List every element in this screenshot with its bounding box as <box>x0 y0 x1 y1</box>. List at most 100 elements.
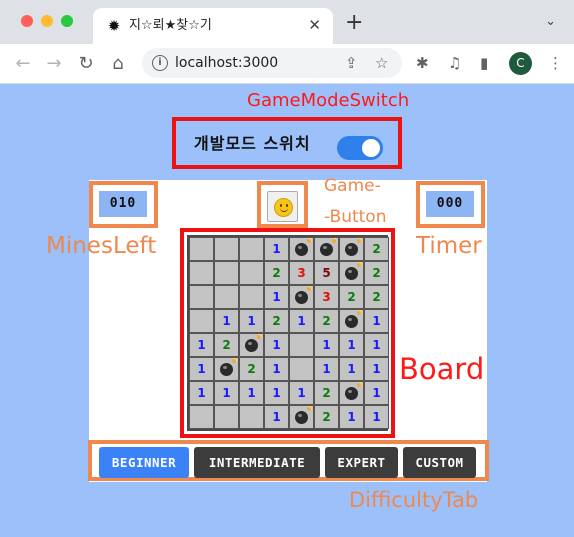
difficulty-expert-button[interactable]: EXPERT <box>325 447 398 478</box>
back-arrow-icon[interactable]: ← <box>11 52 35 76</box>
board-cell[interactable] <box>239 285 264 309</box>
board-cell[interactable]: 1 <box>264 333 289 357</box>
board-cell[interactable]: 3 <box>289 261 314 285</box>
board-cell[interactable]: 1 <box>189 381 214 405</box>
share-icon[interactable]: ⇪ <box>345 53 358 73</box>
board-cell[interactable] <box>289 405 314 429</box>
difficulty-beginner-button[interactable]: BEGINNER <box>99 447 189 478</box>
board-cell[interactable] <box>239 333 264 357</box>
cell-number: 1 <box>372 386 381 400</box>
board-cell[interactable]: 3 <box>314 285 339 309</box>
cell-number: 1 <box>347 410 356 424</box>
address-bar[interactable]: i localhost:3000 ⇪ ☆ <box>142 48 402 78</box>
tab-close-icon[interactable]: ✕ <box>308 16 321 34</box>
board-cell[interactable] <box>339 261 364 285</box>
cell-number: 2 <box>322 314 331 328</box>
board-cell[interactable]: 1 <box>339 333 364 357</box>
board-cell[interactable] <box>189 405 214 429</box>
extensions-puzzle-icon[interactable]: ✱ <box>416 53 429 73</box>
browser-tab[interactable]: ✹ 지☆뢰★찾☆기 ✕ <box>93 8 333 44</box>
board-cell[interactable]: 2 <box>364 237 389 261</box>
board-cell[interactable] <box>289 357 314 381</box>
board-cell[interactable]: 1 <box>239 381 264 405</box>
board-cell[interactable]: 1 <box>214 381 239 405</box>
board-cell[interactable]: 1 <box>314 333 339 357</box>
board-cell[interactable]: 1 <box>264 357 289 381</box>
board-cell[interactable]: 1 <box>264 405 289 429</box>
board-cell[interactable] <box>189 261 214 285</box>
reload-icon[interactable]: ↻ <box>74 52 98 76</box>
board-cell[interactable] <box>189 285 214 309</box>
board-cell[interactable]: 2 <box>264 309 289 333</box>
board-cell[interactable] <box>239 405 264 429</box>
window-maximize-button[interactable] <box>61 15 73 27</box>
board-cell[interactable] <box>339 381 364 405</box>
board-cell[interactable] <box>289 333 314 357</box>
board-cell[interactable] <box>314 237 339 261</box>
profile-avatar[interactable]: C <box>509 52 532 75</box>
timer-counter: 000 <box>426 191 474 217</box>
board-cell[interactable]: 1 <box>264 381 289 405</box>
board-cell[interactable]: 1 <box>189 357 214 381</box>
board-cell[interactable]: 1 <box>364 381 389 405</box>
board-cell[interactable] <box>289 237 314 261</box>
tab-search-chevron-icon[interactable]: ⌄ <box>545 14 556 29</box>
board-cell[interactable] <box>189 309 214 333</box>
board-cell[interactable]: 1 <box>239 309 264 333</box>
board-cell[interactable]: 1 <box>289 381 314 405</box>
board-cell[interactable]: 2 <box>239 357 264 381</box>
site-info-icon[interactable]: i <box>152 55 168 71</box>
bookmark-star-icon[interactable]: ☆ <box>375 53 388 73</box>
board-cell[interactable] <box>239 237 264 261</box>
board-cell[interactable]: 2 <box>339 285 364 309</box>
cell-number: 2 <box>372 290 381 304</box>
board-cell[interactable]: 1 <box>364 405 389 429</box>
board-cell[interactable] <box>214 405 239 429</box>
side-panel-icon[interactable]: ▮ <box>480 53 488 73</box>
board-cell[interactable] <box>189 237 214 261</box>
dev-mode-toggle[interactable] <box>337 136 383 160</box>
window-minimize-button[interactable] <box>41 15 53 27</box>
board-cell[interactable]: 1 <box>214 309 239 333</box>
board-cell[interactable] <box>289 285 314 309</box>
board-cell[interactable]: 1 <box>264 285 289 309</box>
board-box: 1 2 2 3 5 2 1 3 2 2 1 1 2 1 2 1 1 2 1 1 1 1 1 2 1 1 1 1 1 1 1 1 1 2 1 1 2 1 1 <box>180 228 395 438</box>
board-cell[interactable]: 1 <box>289 309 314 333</box>
board-cell[interactable]: 2 <box>364 285 389 309</box>
toggle-knob <box>362 139 380 157</box>
smiley-face-icon <box>274 198 293 217</box>
board-cell[interactable]: 2 <box>314 381 339 405</box>
board-cell[interactable] <box>214 285 239 309</box>
forward-arrow-icon[interactable]: → <box>42 52 66 76</box>
difficulty-custom-button[interactable]: CUSTOM <box>403 447 476 478</box>
board-cell[interactable]: 1 <box>364 357 389 381</box>
home-icon[interactable]: ⌂ <box>106 52 130 76</box>
board-cell[interactable]: 5 <box>314 261 339 285</box>
board-cell[interactable] <box>239 261 264 285</box>
board-cell[interactable] <box>214 261 239 285</box>
url-text[interactable]: localhost:3000 <box>175 54 278 72</box>
board-cell[interactable]: 2 <box>364 261 389 285</box>
board-cell[interactable]: 1 <box>339 405 364 429</box>
annotation-difficulty-tab: DifficultyTab <box>349 488 479 512</box>
board-cell[interactable] <box>214 237 239 261</box>
board-cell[interactable] <box>339 309 364 333</box>
board-cell[interactable]: 1 <box>339 357 364 381</box>
new-tab-icon[interactable]: + <box>345 12 363 34</box>
board-cell[interactable]: 2 <box>214 333 239 357</box>
browser-menu-icon[interactable]: ⋮ <box>548 53 563 73</box>
board-cell[interactable]: 1 <box>314 357 339 381</box>
board-cell[interactable]: 1 <box>189 333 214 357</box>
board-cell[interactable] <box>214 357 239 381</box>
board-cell[interactable] <box>339 237 364 261</box>
board-cell[interactable]: 2 <box>314 405 339 429</box>
board-cell[interactable]: 1 <box>364 309 389 333</box>
board-cell[interactable]: 1 <box>364 333 389 357</box>
board-cell[interactable]: 2 <box>314 309 339 333</box>
window-close-button[interactable] <box>21 15 33 27</box>
board-cell[interactable]: 1 <box>264 237 289 261</box>
board-cell[interactable]: 2 <box>264 261 289 285</box>
media-control-icon[interactable]: ♫ <box>448 53 461 73</box>
reset-game-button[interactable] <box>267 191 298 222</box>
difficulty-intermediate-button[interactable]: INTERMEDIATE <box>194 447 320 478</box>
